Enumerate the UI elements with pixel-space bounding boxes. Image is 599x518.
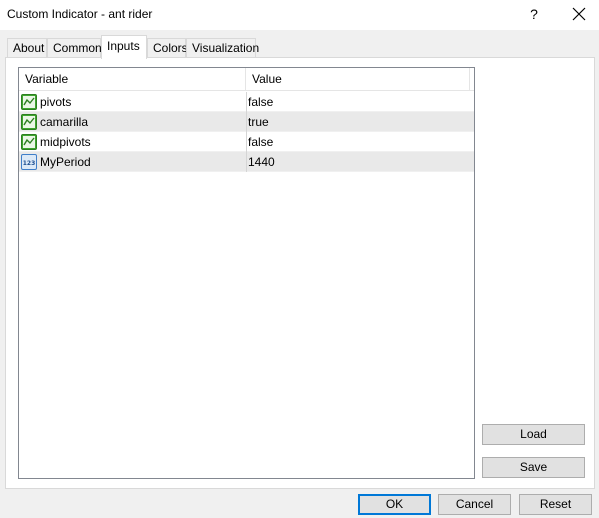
column-separator [246, 92, 247, 112]
boolean-chart-icon [21, 94, 37, 110]
grid-row-camarilla[interactable]: camarilla true [19, 112, 474, 132]
row-name: MyPeriod [40, 155, 91, 169]
row-name: pivots [40, 95, 72, 109]
tab-common[interactable]: Common [47, 38, 102, 58]
row-value[interactable]: 1440 [248, 152, 275, 172]
window-title: Custom Indicator - ant rider [7, 7, 153, 21]
inputs-grid[interactable]: Variable Value pivots false camarilla tr… [18, 67, 475, 479]
tab-about[interactable]: About [7, 38, 47, 58]
row-value[interactable]: false [248, 92, 273, 112]
grid-row-pivots[interactable]: pivots false [19, 92, 474, 112]
row-value[interactable]: false [248, 132, 273, 152]
ok-button[interactable]: OK [358, 494, 431, 515]
close-icon [572, 7, 586, 21]
save-button[interactable]: Save [482, 457, 585, 478]
header-divider [469, 68, 474, 91]
column-header-value[interactable]: Value [246, 68, 474, 91]
svg-text:123: 123 [23, 160, 36, 167]
column-separator [246, 152, 247, 172]
boolean-chart-icon [21, 114, 37, 130]
title-bar: Custom Indicator - ant rider ? [0, 0, 599, 30]
grid-row-myperiod[interactable]: 123 MyPeriod 1440 [19, 152, 474, 172]
row-name: midpivots [40, 135, 91, 149]
column-header-variable[interactable]: Variable [19, 68, 246, 91]
tab-inputs[interactable]: Inputs [101, 35, 147, 59]
integer-123-icon: 123 [21, 154, 37, 170]
reset-button[interactable]: Reset [519, 494, 592, 515]
grid-header: Variable Value [19, 68, 474, 91]
help-button[interactable]: ? [518, 2, 550, 26]
inputs-panel: Variable Value pivots false camarilla tr… [5, 57, 595, 489]
tab-visualization[interactable]: Visualization [186, 38, 259, 58]
tab-colors[interactable]: Colors [147, 38, 188, 58]
row-name: camarilla [40, 115, 89, 129]
cancel-button[interactable]: Cancel [438, 494, 511, 515]
column-separator [246, 132, 247, 152]
load-button[interactable]: Load [482, 424, 585, 445]
column-separator [246, 112, 247, 132]
row-value[interactable]: true [248, 112, 269, 132]
grid-row-midpivots[interactable]: midpivots false [19, 132, 474, 152]
close-button[interactable] [562, 2, 596, 26]
boolean-chart-icon [21, 134, 37, 150]
